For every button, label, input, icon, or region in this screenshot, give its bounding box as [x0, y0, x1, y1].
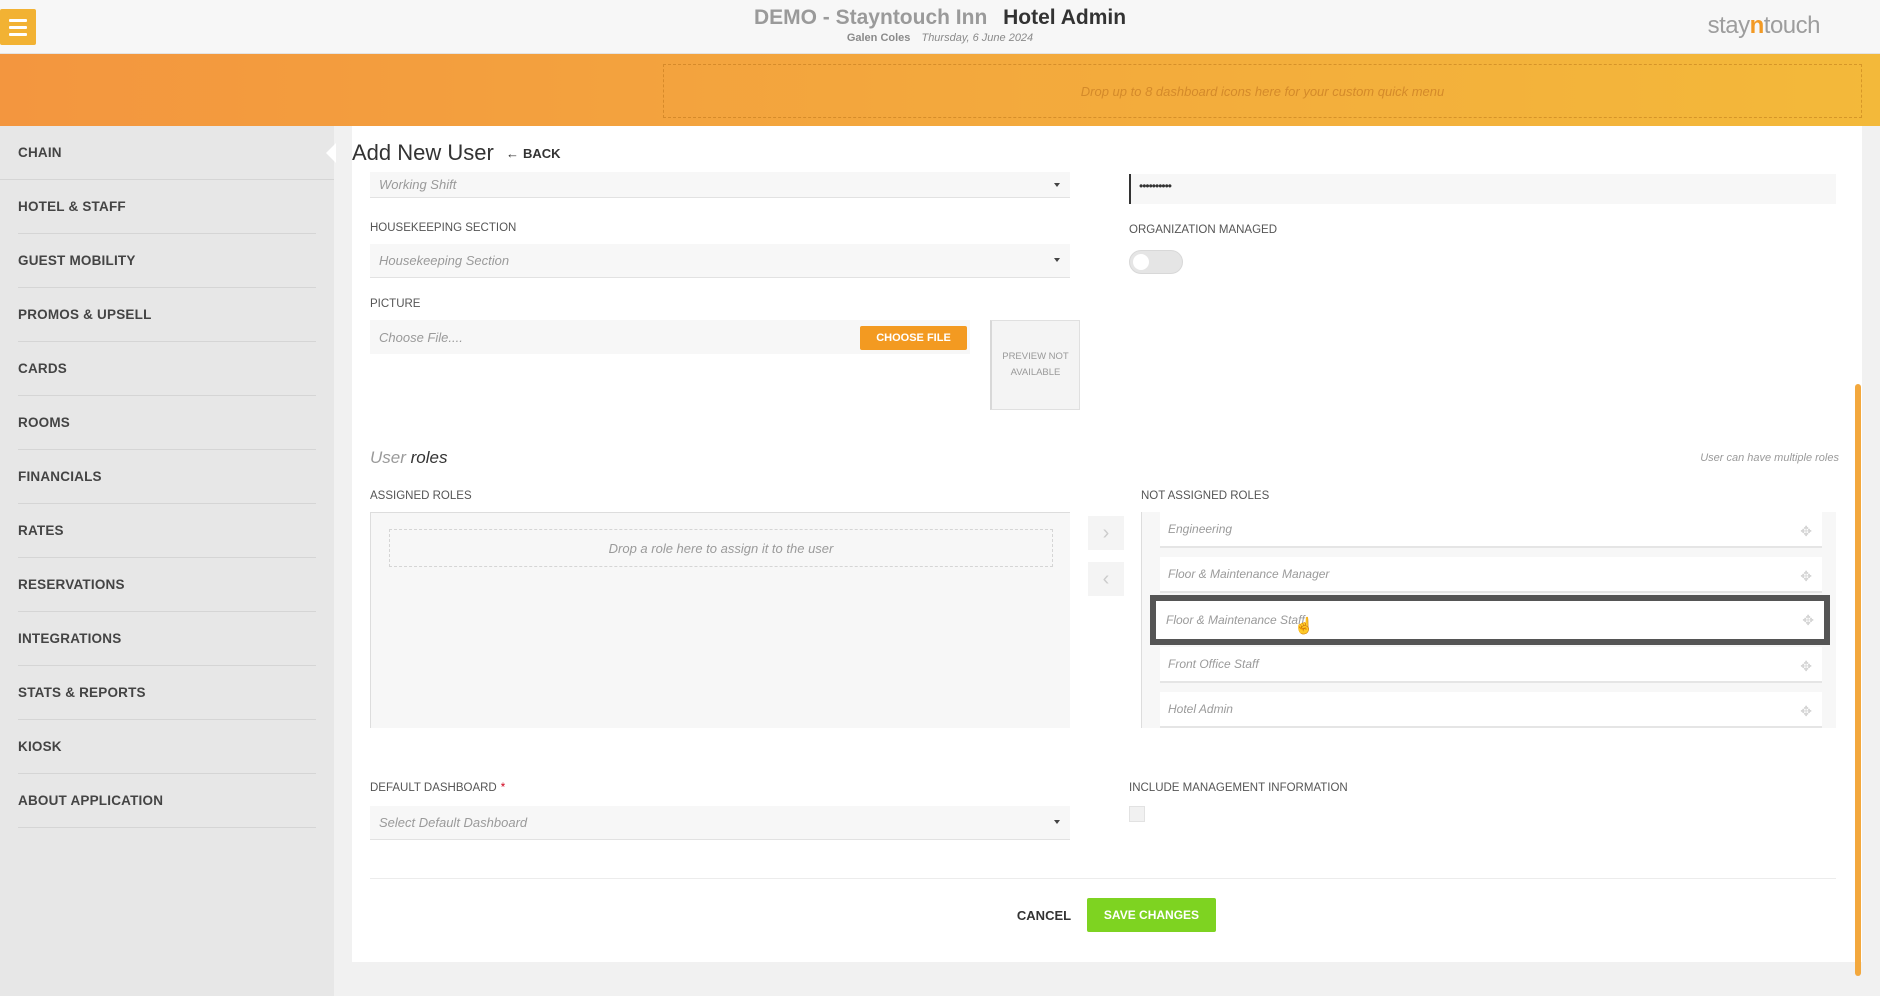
chevron-down-icon — [1054, 183, 1060, 187]
move-icon: ✥ — [1800, 658, 1812, 674]
sidebar-item-financials[interactable]: FINANCIALS — [18, 450, 316, 504]
sidebar-item-hotel-staff[interactable]: HOTEL & STAFF — [18, 180, 316, 234]
housekeeping-select[interactable]: Housekeeping Section — [370, 244, 1070, 278]
active-indicator — [326, 143, 336, 163]
sidebar-item-integrations[interactable]: INTEGRATIONS — [18, 612, 316, 666]
header-date: Thursday, 6 June 2024 — [921, 32, 1034, 44]
assigned-roles-dropzone[interactable]: Drop a role here to assign it to the use… — [389, 529, 1053, 567]
app-title: Hotel Admin — [1003, 6, 1127, 29]
chevron-left-icon: ‹ — [1102, 567, 1110, 590]
sidebar-item-chain[interactable]: CHAIN — [0, 126, 334, 180]
include-mgmt-checkbox[interactable] — [1129, 806, 1145, 822]
chevron-right-icon: › — [1102, 521, 1110, 544]
save-changes-button[interactable]: SAVE CHANGES — [1087, 898, 1216, 932]
assigned-roles-label: ASSIGNED ROLES — [370, 490, 472, 502]
roles-title: User roles — [370, 448, 448, 467]
sidebar-item-rates[interactable]: RATES — [18, 504, 316, 558]
not-assigned-roles-list[interactable]: Engineering ✥ Floor & Maintenance Manager… — [1141, 512, 1836, 728]
chevron-down-icon — [1054, 258, 1060, 262]
sidebar-item-stats-reports[interactable]: STATS & REPORTS — [18, 666, 316, 720]
scrollbar[interactable] — [1855, 384, 1861, 976]
role-item-engineering[interactable]: Engineering ✥ — [1160, 512, 1822, 548]
unassign-role-button[interactable]: ‹ — [1088, 562, 1124, 596]
password-field[interactable]: •••••••••• — [1129, 174, 1836, 204]
sidebar-item-about[interactable]: ABOUT APPLICATION — [18, 774, 316, 828]
picture-label: PICTURE — [370, 298, 421, 310]
sidebar-item-guest-mobility[interactable]: GUEST MOBILITY — [18, 234, 316, 288]
move-icon: ✥ — [1800, 568, 1812, 584]
user-name: Galen Coles — [846, 32, 911, 44]
assigned-roles-list[interactable]: Drop a role here to assign it to the use… — [370, 512, 1070, 728]
main-panel: Add New User ← BACK Working Shift •••••••… — [352, 126, 1862, 962]
back-arrow-icon: ← — [506, 146, 519, 161]
housekeeping-label: HOUSEKEEPING SECTION — [370, 222, 517, 234]
quick-menu-banner: Drop up to 8 dashboard icons here for yo… — [0, 54, 1880, 126]
role-item-front-office-staff[interactable]: Front Office Staff ✥ — [1160, 647, 1822, 683]
hotel-name: DEMO - Stayntouch Inn — [753, 6, 988, 29]
sidebar-item-kiosk[interactable]: KIOSK — [18, 720, 316, 774]
default-dashboard-select[interactable]: Select Default Dashboard — [370, 806, 1070, 840]
sidebar: CHAIN HOTEL & STAFF GUEST MOBILITY PROMO… — [0, 126, 334, 996]
sidebar-item-reservations[interactable]: RESERVATIONS — [18, 558, 316, 612]
move-icon: ✥ — [1800, 703, 1812, 719]
roles-note: User can have multiple roles — [1700, 452, 1839, 464]
sidebar-item-rooms[interactable]: ROOMS — [18, 396, 316, 450]
assign-role-button[interactable]: › — [1088, 516, 1124, 550]
toggle-knob — [1133, 254, 1149, 270]
role-item-floor-maintenance-staff[interactable]: Floor & Maintenance Staff ✥ — [1150, 595, 1830, 645]
sidebar-item-promos-upsell[interactable]: PROMOS & UPSELL — [18, 288, 316, 342]
choose-file-button[interactable]: CHOOSE FILE — [860, 326, 967, 350]
role-item-floor-maintenance-manager[interactable]: Floor & Maintenance Manager ✥ — [1160, 557, 1822, 593]
picture-preview: PREVIEW NOT AVAILABLE — [990, 320, 1080, 410]
divider — [370, 878, 1836, 879]
top-header: DEMO - Stayntouch Inn Hotel Admin Galen … — [0, 0, 1880, 54]
org-managed-toggle[interactable] — [1129, 250, 1183, 274]
sidebar-item-cards[interactable]: CARDS — [18, 342, 316, 396]
back-button[interactable]: ← BACK — [506, 146, 561, 161]
include-mgmt-label: INCLUDE MANAGEMENT INFORMATION — [1129, 782, 1348, 794]
working-shift-select[interactable]: Working Shift — [370, 172, 1070, 198]
chevron-down-icon — [1054, 820, 1060, 824]
hand-cursor-icon: ☝ — [1294, 618, 1314, 635]
org-managed-label: ORGANIZATION MANAGED — [1129, 224, 1278, 236]
move-icon: ✥ — [1802, 612, 1814, 628]
cancel-button[interactable]: CANCEL — [1004, 898, 1084, 932]
header-title-block: DEMO - Stayntouch Inn Hotel Admin Galen … — [0, 6, 1880, 44]
page-title: Add New User — [352, 140, 494, 165]
required-mark: * — [500, 782, 506, 794]
move-icon: ✥ — [1800, 523, 1812, 539]
default-dashboard-label: DEFAULT DASHBOARD * — [370, 782, 506, 794]
stayntouch-logo: stayntouch — [1707, 12, 1821, 39]
quick-menu-dropzone[interactable]: Drop up to 8 dashboard icons here for yo… — [663, 64, 1862, 118]
not-assigned-roles-label: NOT ASSIGNED ROLES — [1141, 490, 1270, 502]
role-item-hotel-admin[interactable]: Hotel Admin ✥ — [1160, 692, 1822, 728]
